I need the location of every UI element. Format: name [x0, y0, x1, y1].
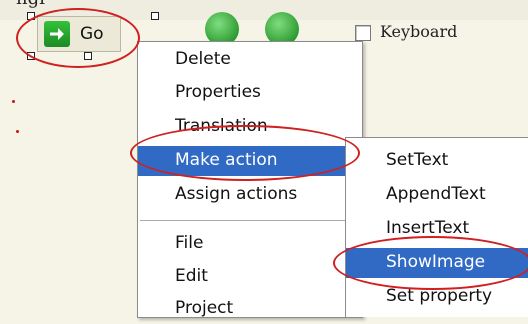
resize-handle[interactable] — [27, 52, 35, 60]
resize-handle[interactable] — [27, 12, 35, 20]
menu-item-label: File — [175, 233, 204, 253]
menu-item-delete[interactable]: Delete — [138, 45, 362, 75]
submenu-item-settext[interactable]: SetText — [346, 146, 528, 176]
arrow-right-icon — [44, 21, 70, 47]
submenu-item-label: AppendText — [386, 184, 486, 204]
menu-item-edit[interactable]: Edit — [138, 262, 362, 292]
action-submenu: SetText AppendText InsertText ShowImage … — [345, 137, 528, 317]
menu-item-label: Translation — [175, 116, 268, 136]
submenu-item-set-property[interactable]: Set property — [346, 282, 528, 312]
submenu-item-inserttext[interactable]: InsertText — [346, 214, 528, 244]
cut-off-text: ngi — [16, 0, 45, 9]
menu-separator — [140, 220, 360, 221]
go-button[interactable]: Go — [37, 16, 121, 52]
go-button-selection[interactable]: Go — [27, 12, 159, 60]
resize-handle[interactable] — [151, 12, 159, 20]
annotation-dot — [12, 100, 15, 103]
menu-item-assign-actions[interactable]: Assign actions — [138, 180, 362, 210]
submenu-item-label: ShowImage — [386, 252, 486, 272]
menu-item-label: Project — [175, 298, 234, 318]
menu-item-file[interactable]: File — [138, 229, 362, 259]
context-menu: Delete Properties Translation Make actio… — [137, 41, 363, 318]
menu-item-label: Delete — [175, 49, 231, 69]
submenu-item-appendtext[interactable]: AppendText — [346, 180, 528, 210]
submenu-item-showimage[interactable]: ShowImage — [346, 248, 528, 278]
resize-handle[interactable] — [84, 52, 92, 60]
menu-item-project[interactable]: Project — [138, 294, 362, 324]
menu-item-label: Make action — [175, 150, 278, 170]
submenu-item-label: InsertText — [386, 218, 470, 238]
submenu-item-label: Set property — [386, 286, 493, 306]
menu-item-label: Properties — [175, 82, 261, 102]
go-button-label: Go — [80, 24, 104, 44]
menu-item-translation[interactable]: Translation — [138, 112, 362, 142]
menu-item-label: Assign actions — [175, 184, 298, 204]
menu-item-properties[interactable]: Properties — [138, 78, 362, 108]
menu-item-label: Edit — [175, 266, 208, 286]
annotation-dot — [16, 130, 19, 133]
submenu-item-label: SetText — [386, 150, 449, 170]
keyboard-checkbox[interactable] — [355, 25, 371, 41]
menu-item-make-action[interactable]: Make action — [138, 146, 362, 176]
keyboard-checkbox-label: Keyboard — [380, 22, 458, 41]
